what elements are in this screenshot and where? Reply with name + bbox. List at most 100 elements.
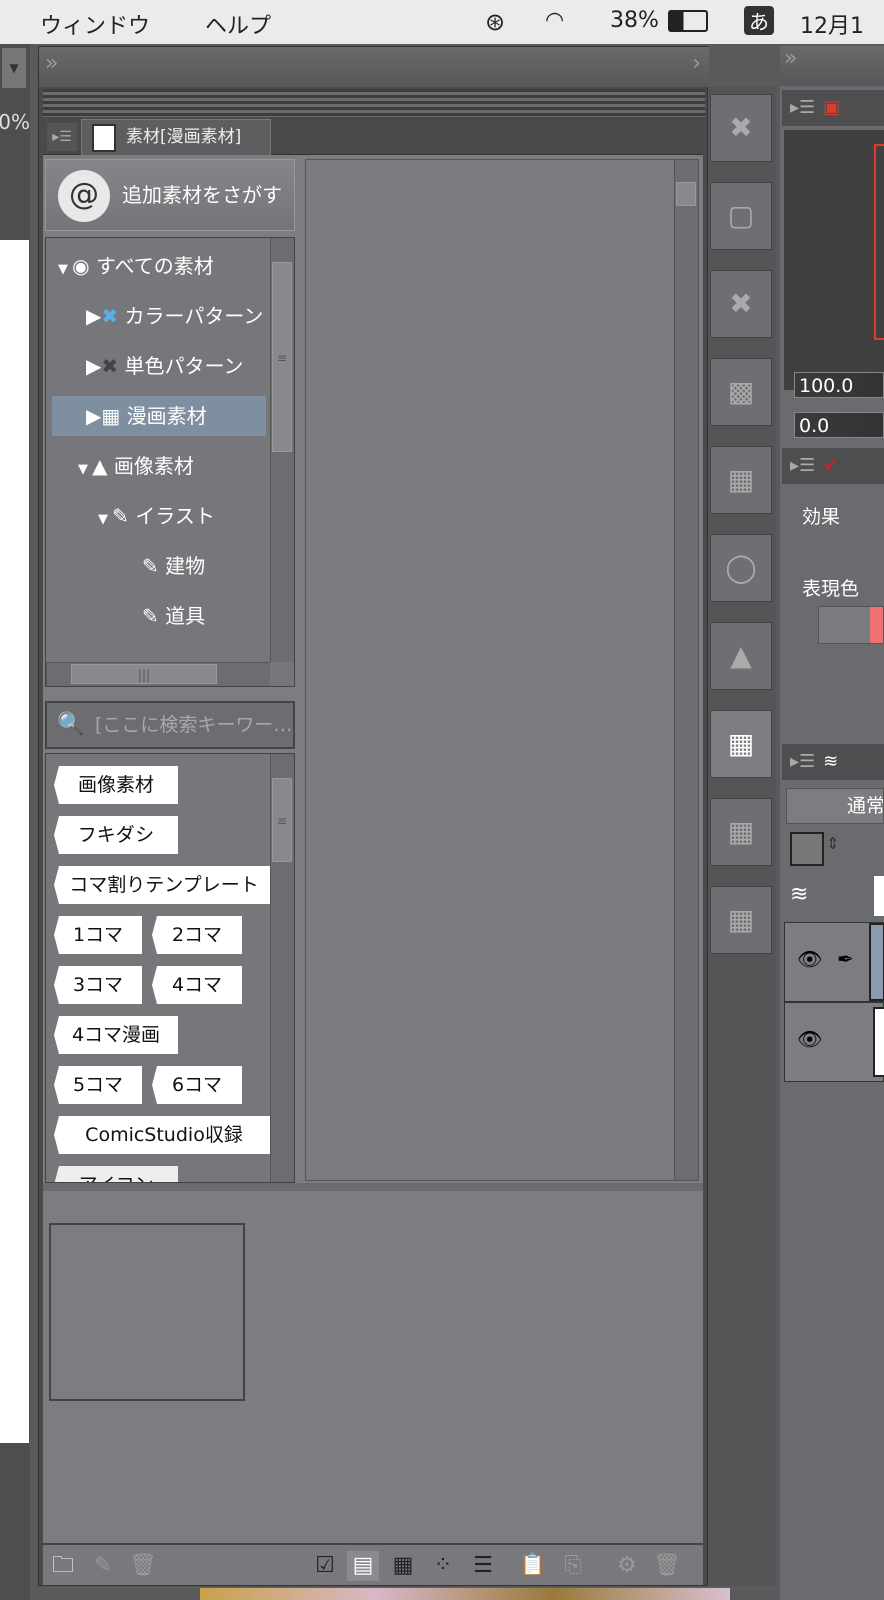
tag[interactable]: 3コマ [54, 966, 142, 1004]
panel-menu-icon[interactable]: ▸☰ [782, 97, 823, 118]
scroll-thumb[interactable]: ||| [71, 664, 217, 684]
menu-bar: ウィンドウ ヘルプ ⊛ ◠ 38% あ 12月1日 [0, 0, 884, 71]
material-list-area[interactable] [305, 159, 699, 1181]
tab-material[interactable]: 素材[漫画素材] [81, 119, 271, 155]
settings-icon[interactable]: ⚙ [611, 1551, 643, 1581]
expand-icon[interactable]: » [45, 51, 58, 76]
expression-color-select[interactable] [818, 606, 884, 644]
mono-pattern-folder-icon[interactable]: ✖ [710, 270, 772, 338]
expanded-arrow-icon[interactable]: ▼ [78, 462, 92, 477]
tree-item-all[interactable]: ▼ ◉ すべての素材 [58, 246, 214, 286]
layers-icon: ≋ [790, 882, 809, 907]
checkbox-icon[interactable]: ☑ [309, 1551, 341, 1581]
drag-handle[interactable] [43, 89, 705, 117]
tree-item-image[interactable]: ▼ ▲ 画像素材 [78, 446, 194, 486]
tag[interactable]: フキダシ [54, 816, 178, 854]
delete-folder-icon[interactable]: 🗑 [127, 1551, 159, 1581]
tree-item-color-pattern[interactable]: ▶✖ カラーパターン [86, 296, 266, 336]
eye-icon[interactable]: 👁 [797, 1027, 822, 1051]
edit-folder-icon[interactable]: ✎ [87, 1551, 119, 1581]
scroll-thumb[interactable]: ≡ [272, 778, 292, 862]
battery-icon[interactable] [668, 10, 708, 32]
tag[interactable]: コマ割りテンプレート [54, 866, 274, 904]
panel-menu-button[interactable]: ▸☰ [47, 123, 77, 151]
new-folder-icon[interactable]: 🗀 [47, 1551, 79, 1581]
panel-menu-icon[interactable]: ▸☰ [782, 455, 823, 476]
stepper-icon[interactable]: ⇕ [826, 834, 839, 853]
pen-icon: ✒ [837, 947, 854, 971]
canvas[interactable] [0, 240, 29, 1443]
eye-icon[interactable]: 👁 [797, 947, 822, 971]
manga-folder-icon[interactable]: ▦ [710, 798, 772, 866]
tree-item-tools[interactable]: ✎ 道具 [142, 596, 205, 636]
tree-label: 単色パターン [124, 354, 244, 378]
texture-folder-icon[interactable]: ▩ [710, 358, 772, 426]
tree-item-manga[interactable]: ▶▦ 漫画素材 [52, 396, 266, 436]
rotate-field[interactable]: 0.0 [794, 412, 884, 438]
wifi-icon[interactable]: ◠ [545, 8, 564, 33]
paste-material-icon[interactable]: 📋 [517, 1551, 549, 1581]
tree-horizontal-scrollbar[interactable]: ||| [46, 662, 270, 686]
image-folder-icon[interactable]: ▲ [710, 622, 772, 690]
keyword-search-input[interactable]: 🔍 [ここに検索キーワー… [45, 701, 295, 749]
tag-scrollbar[interactable]: ≡ [270, 754, 294, 1182]
right-panel-header[interactable]: » [780, 46, 884, 86]
large-thumbnail-icon[interactable]: ▦ [387, 1551, 419, 1581]
color-pattern-folder-icon[interactable]: ✖ [710, 94, 772, 162]
expanded-arrow-icon[interactable]: ▼ [58, 262, 72, 277]
find-more-materials-button[interactable]: @ 追加素材をさがす [45, 159, 295, 231]
navigator-tab[interactable]: ▸☰ ▣ [782, 90, 884, 126]
tag[interactable]: 5コマ [54, 1066, 142, 1104]
tag[interactable]: 4コマ漫画 [54, 1016, 178, 1054]
dropdown-button[interactable]: ▼ [2, 48, 26, 88]
navigator-preview[interactable] [784, 130, 884, 390]
pen-icon: ✎ [142, 604, 159, 628]
replace-material-icon[interactable]: ⎘ [557, 1551, 589, 1581]
panel-menu-icon[interactable]: ▸☰ [782, 751, 823, 772]
manga-folder-icon[interactable]: ▦ [710, 886, 772, 954]
detail-view-icon[interactable]: ▤ [347, 1551, 379, 1581]
tree-item-building[interactable]: ✎ 建物 [142, 546, 205, 586]
list-view-icon[interactable]: ☰ [467, 1551, 499, 1581]
collapsed-arrow-icon[interactable]: ▶ [86, 304, 101, 328]
menu-help[interactable]: ヘルプ [205, 8, 271, 40]
ime-indicator[interactable]: あ [744, 6, 774, 35]
tree-vertical-scrollbar[interactable]: ≡ [270, 238, 294, 662]
list-scrollbar[interactable] [674, 160, 698, 1180]
manga-material-icon [92, 124, 116, 152]
scroll-thumb[interactable] [676, 182, 696, 206]
tag[interactable]: ComicStudio収録 [54, 1116, 274, 1154]
manga-material-folder-icon[interactable]: ▦ [710, 710, 772, 778]
layer-property-tab[interactable]: ▸☰ ✔ [782, 448, 884, 484]
menu-window[interactable]: ウィンドウ [40, 8, 150, 40]
layer-color-swatch[interactable] [874, 876, 884, 916]
small-thumbnail-icon[interactable]: ⁘ [427, 1551, 459, 1581]
collapsed-arrow-icon[interactable]: ▶ [86, 404, 101, 428]
view-frame [874, 144, 884, 340]
balloon-folder-icon[interactable]: ◯ [710, 534, 772, 602]
creative-cloud-icon[interactable]: ⊛ [485, 8, 505, 36]
layer-tab[interactable]: ▸☰ ≋ [782, 744, 884, 780]
trash-icon[interactable]: 🗑 [651, 1551, 683, 1581]
tree-item-illust[interactable]: ▼ ✎ イラスト [98, 496, 215, 536]
manga-folder-icon[interactable]: ▦ [710, 446, 772, 514]
tag[interactable]: 4コマ [152, 966, 242, 1004]
splitter[interactable] [43, 1183, 703, 1191]
expanded-arrow-icon[interactable]: ▼ [98, 512, 112, 527]
collapse-icon[interactable]: › [692, 51, 701, 76]
opacity-box[interactable] [790, 832, 824, 866]
tree-item-mono-pattern[interactable]: ▶✖ 単色パターン [86, 346, 244, 386]
blend-mode-select[interactable]: 通常 [786, 788, 884, 824]
collapsed-arrow-icon[interactable]: ▶ [86, 354, 101, 378]
tag[interactable]: アイコン [54, 1166, 178, 1182]
zoom-field[interactable]: 100.0 [794, 372, 884, 398]
layer-thumbnail [869, 923, 884, 1001]
3d-folder-icon[interactable]: ▢ [710, 182, 772, 250]
tag[interactable]: 2コマ [152, 916, 242, 954]
tag[interactable]: 1コマ [54, 916, 142, 954]
scroll-thumb[interactable]: ≡ [272, 262, 292, 452]
layer-row[interactable]: 👁 ✒ [784, 922, 884, 1002]
layer-row[interactable]: 👁 [784, 1002, 884, 1082]
tag[interactable]: 6コマ [152, 1066, 242, 1104]
tag[interactable]: 画像素材 [54, 766, 178, 804]
